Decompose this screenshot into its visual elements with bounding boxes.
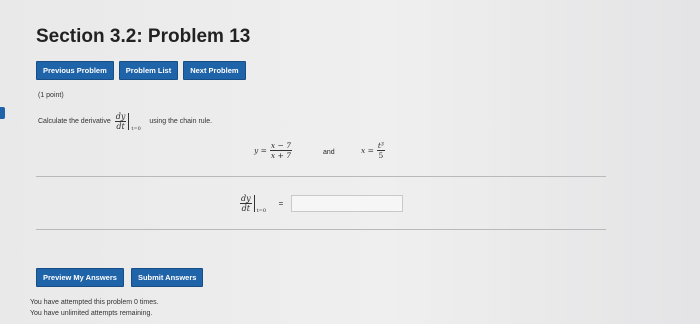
answer-input[interactable] <box>291 195 404 212</box>
y-fraction: x − 7 x + 7 <box>269 141 292 160</box>
remaining-text: You have unlimited attempts remaining. <box>30 310 153 317</box>
answer-evaluation-bar: t=0 <box>253 195 266 214</box>
x-label: x = <box>361 146 374 155</box>
problem-list-button[interactable]: Problem List <box>118 61 179 80</box>
y-numerator: x − 7 <box>269 141 292 151</box>
attempted-text: You have attempted this problem 0 times. <box>30 299 159 306</box>
divider-top <box>36 176 606 177</box>
prompt-prefix: Calculate the derivative <box>38 118 111 125</box>
x-denominator: 5 <box>378 151 384 160</box>
equals-sign: = <box>278 199 284 208</box>
y-label: y = <box>254 146 267 155</box>
current-problem-marker <box>0 107 5 119</box>
and-text: and <box>323 149 335 156</box>
x-fraction: t³ 5 <box>376 141 385 160</box>
next-problem-button[interactable]: Next Problem <box>183 61 246 80</box>
answer-row: dy dt t=0 = <box>240 194 404 214</box>
answer-evaluation-point: t=0 <box>256 208 267 214</box>
problem-nav: Previous Problem Problem List Next Probl… <box>36 61 246 80</box>
points-label: (1 point) <box>38 92 64 99</box>
answer-derivative-fraction: dy dt <box>240 194 252 213</box>
x-numerator: t³ <box>376 141 385 151</box>
y-equation: y = x − 7 x + 7 <box>254 141 292 160</box>
x-equation: x = t³ 5 <box>361 141 385 160</box>
derivative-fraction: dy dt <box>114 112 127 131</box>
prompt-suffix: using the chain rule. <box>149 118 213 125</box>
derivative-denominator: dt <box>116 122 125 131</box>
evaluation-bar: t=0 <box>128 113 141 132</box>
submit-answers-button[interactable]: Submit Answers <box>130 268 204 287</box>
action-buttons: Preview My Answers Submit Answers <box>36 268 204 287</box>
problem-statement: Calculate the derivative dy dt t=0 using… <box>38 112 213 132</box>
derivative-numerator: dy <box>114 112 127 122</box>
page-title: Section 3.2: Problem 13 <box>36 26 251 47</box>
y-denominator: x + 7 <box>270 151 291 160</box>
answer-derivative-denominator: dt <box>241 204 250 213</box>
divider-bottom <box>36 229 606 230</box>
preview-answers-button[interactable]: Preview My Answers <box>36 268 124 287</box>
previous-problem-button[interactable]: Previous Problem <box>36 61 114 80</box>
evaluation-point: t=0 <box>131 126 141 132</box>
attempt-status: You have attempted this problem 0 times.… <box>30 297 159 319</box>
answer-derivative-numerator: dy <box>240 194 252 204</box>
